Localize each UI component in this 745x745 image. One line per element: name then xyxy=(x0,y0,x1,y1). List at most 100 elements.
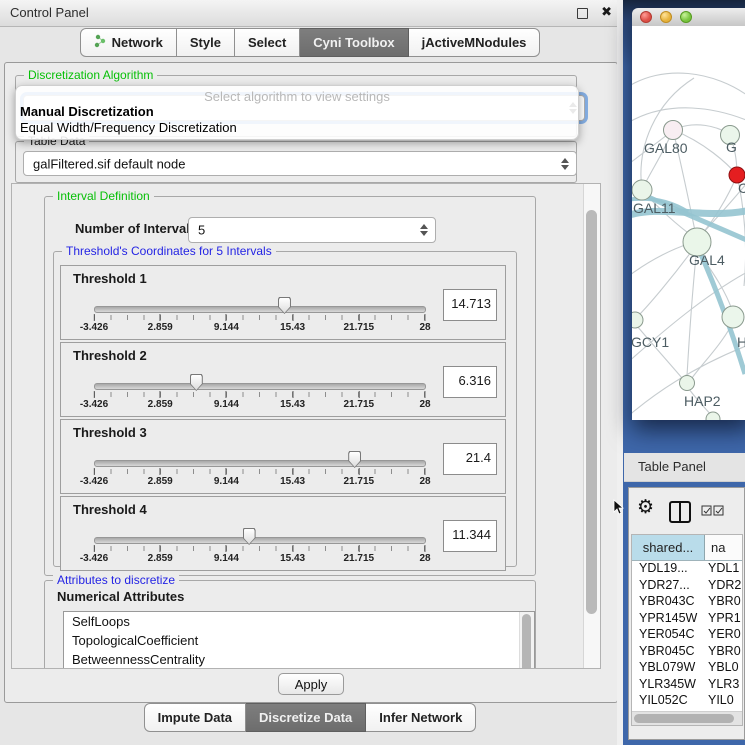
float-window-icon[interactable] xyxy=(577,8,588,19)
table-cell[interactable]: YLR345W xyxy=(632,677,704,694)
bottom-tab-impute-data[interactable]: Impute Data xyxy=(144,703,246,732)
slider-track[interactable] xyxy=(94,383,426,390)
minor-ticks xyxy=(94,469,425,474)
network-edge[interactable] xyxy=(692,326,731,378)
list-item-betweennesscentrality[interactable]: BetweennessCentrality xyxy=(64,650,534,669)
list-item-selfloops[interactable]: SelfLoops xyxy=(64,612,534,631)
minimize-traffic-light-icon[interactable] xyxy=(660,11,672,23)
algorithm-option-manual-discretization[interactable]: Manual Discretization xyxy=(16,104,578,120)
zoom-traffic-light-icon[interactable] xyxy=(680,11,692,23)
close-traffic-light-icon[interactable] xyxy=(640,11,652,23)
table-row[interactable]: YPR145WYPR1 xyxy=(632,611,742,628)
apply-button[interactable]: Apply xyxy=(278,673,344,695)
algorithm-option-equal-width-frequency-discretization[interactable]: Equal Width/Frequency Discretization xyxy=(16,120,578,136)
settings-scrollbar[interactable] xyxy=(583,184,600,668)
table-row[interactable]: YBL079WYBL0 xyxy=(632,660,742,677)
table-row[interactable]: YDR27...YDR2 xyxy=(632,578,742,595)
table-cell[interactable]: YPR145W xyxy=(632,611,704,628)
network-edge[interactable] xyxy=(632,73,745,98)
network-node[interactable] xyxy=(706,412,720,420)
tick-mark xyxy=(425,545,426,552)
network-edge[interactable] xyxy=(638,248,694,316)
threshold-value-field[interactable]: 14.713 xyxy=(443,289,497,321)
control-panel-titlebar: Control Panel ✖ xyxy=(0,0,620,27)
table-row[interactable]: YBR043CYBR0 xyxy=(632,594,742,611)
slider-track[interactable] xyxy=(94,460,426,467)
numerical-attributes-list[interactable]: SelfLoopsTopologicalCoefficientBetweenne… xyxy=(63,611,535,669)
list-scrollbar-thumb[interactable] xyxy=(522,614,531,669)
tab-select[interactable]: Select xyxy=(235,28,300,57)
table-data-value: galFiltered.sif default node xyxy=(33,156,185,171)
table-row[interactable]: YER054CYER0 xyxy=(632,627,742,644)
tick-label: 21.715 xyxy=(344,476,375,487)
threshold-label: Threshold 1 xyxy=(73,271,147,286)
table-cell[interactable]: YBR045C xyxy=(632,644,704,661)
network-node-h[interactable] xyxy=(722,306,744,328)
table-cell[interactable]: YBL0 xyxy=(704,660,742,677)
network-node-gal80[interactable] xyxy=(664,121,683,140)
network-edge[interactable] xyxy=(632,108,745,124)
bottom-tab-label: Impute Data xyxy=(158,710,232,725)
tab-cyni-toolbox[interactable]: Cyni Toolbox xyxy=(300,28,408,57)
network-node-gal11[interactable] xyxy=(632,180,652,200)
threshold-value-field[interactable]: 6.316 xyxy=(443,366,497,398)
list-item-topologicalcoefficient[interactable]: TopologicalCoefficient xyxy=(64,631,534,650)
table-cell[interactable]: YIL0 xyxy=(704,693,742,710)
table-row[interactable]: YLR345WYLR3 xyxy=(632,677,742,694)
table-cell[interactable]: YLR3 xyxy=(704,677,742,694)
tab-jactivemnodules[interactable]: jActiveMNodules xyxy=(409,28,541,57)
table-data-combo[interactable]: galFiltered.sif default node xyxy=(23,151,577,176)
column-header-shared[interactable]: shared... xyxy=(632,535,705,560)
table-cell[interactable]: YDL19... xyxy=(632,561,704,578)
axis-tick: -3.426 xyxy=(80,545,108,564)
table-cell[interactable]: YER0 xyxy=(704,627,742,644)
table-cell[interactable]: YBL079W xyxy=(632,660,704,677)
checkbox-icons[interactable] xyxy=(701,505,724,516)
table-cell[interactable]: YBR0 xyxy=(704,644,742,661)
bottom-tab-label: Infer Network xyxy=(379,710,462,725)
network-node-hap2[interactable] xyxy=(680,376,695,391)
table-horizontal-scrollbar[interactable] xyxy=(632,711,742,725)
combo-stepper-icon xyxy=(560,158,568,170)
close-window-icon[interactable]: ✖ xyxy=(601,4,612,20)
threshold-value-field[interactable]: 21.4 xyxy=(443,443,497,475)
table-row[interactable]: YDL19...YDL1 xyxy=(632,561,742,578)
column-header-na[interactable]: na xyxy=(705,535,742,560)
network-edge[interactable] xyxy=(632,244,688,278)
table-cell[interactable]: YDR27... xyxy=(632,578,704,595)
settings-scrollbar-thumb[interactable] xyxy=(586,210,597,614)
table-cell[interactable]: YIL052C xyxy=(632,693,704,710)
network-node-label: C xyxy=(738,180,745,196)
bottom-tab-discretize-data[interactable]: Discretize Data xyxy=(246,703,366,732)
numerical-attributes-heading: Numerical Attributes xyxy=(57,589,184,604)
table-cell[interactable]: YER054C xyxy=(632,627,704,644)
list-scrollbar[interactable] xyxy=(519,612,534,669)
table-cell[interactable]: YBR0 xyxy=(704,594,742,611)
table-cell[interactable]: YPR1 xyxy=(704,611,742,628)
tick-label: 9.144 xyxy=(214,553,239,564)
tab-label: Select xyxy=(248,35,286,50)
slider-track[interactable] xyxy=(94,537,426,544)
table-row[interactable]: YBR045CYBR0 xyxy=(632,644,742,661)
table-cell[interactable]: YDR2 xyxy=(704,578,742,595)
table-cell[interactable]: YDL1 xyxy=(704,561,742,578)
table-scrollbar-thumb[interactable] xyxy=(634,714,734,723)
table-row[interactable]: YIL052CYIL0 xyxy=(632,693,742,710)
tick-label: 9.144 xyxy=(214,399,239,410)
number-of-intervals-combo[interactable]: 5 xyxy=(188,217,436,243)
threshold-value-field[interactable]: 11.344 xyxy=(443,520,497,552)
network-node-label: GAL4 xyxy=(689,252,725,268)
slider-track[interactable] xyxy=(94,306,426,313)
network-edge[interactable] xyxy=(687,256,696,376)
table-cell[interactable]: YBR043C xyxy=(632,594,704,611)
network-window-titlebar[interactable] xyxy=(632,8,745,27)
columns-layout-icon[interactable] xyxy=(669,501,691,523)
tab-network[interactable]: Network xyxy=(80,28,177,57)
tick-mark xyxy=(358,314,359,321)
gear-icon[interactable]: ⚙ xyxy=(637,498,654,517)
tick-mark xyxy=(425,314,426,321)
tab-style[interactable]: Style xyxy=(177,28,235,57)
bottom-tab-infer-network[interactable]: Infer Network xyxy=(366,703,476,732)
network-node-gcy1[interactable] xyxy=(632,312,643,328)
network-canvas[interactable]: GAL80GCGAL11GAL4GCY1HHAP2 xyxy=(632,26,745,420)
